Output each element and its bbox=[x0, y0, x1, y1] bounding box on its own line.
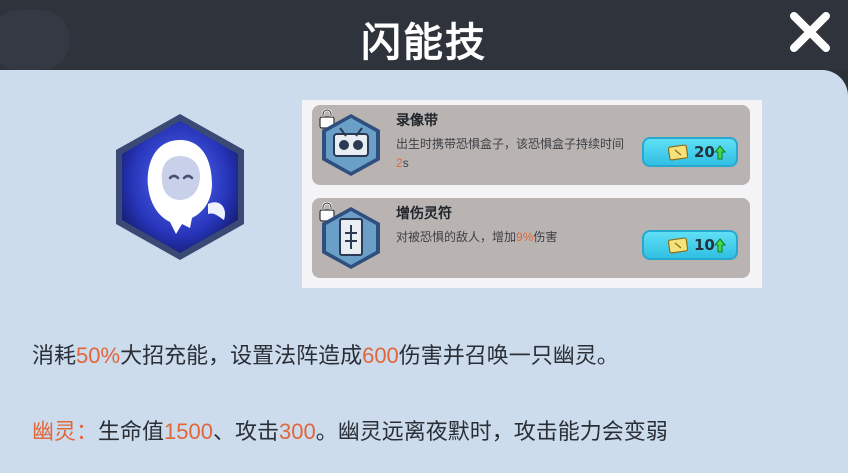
upgrade-arrow-icon bbox=[714, 238, 726, 253]
upgrade-cost: 20 bbox=[694, 143, 715, 161]
upgrade-name: 录像带 bbox=[396, 112, 438, 128]
upgrade-card-videotape[interactable]: 录像带 出生时携带恐惧盒子，该恐惧盒子持续时间2s 20 bbox=[312, 105, 750, 185]
header-bar: 闪能技 bbox=[0, 0, 848, 70]
upgrade-name: 增伤灵符 bbox=[396, 205, 452, 221]
upgrade-cost-button[interactable]: 10 bbox=[642, 230, 738, 260]
close-icon bbox=[790, 12, 830, 52]
upgrade-description: 对被恐惧的敌人，增加9%伤害 bbox=[396, 230, 558, 244]
ghost-stats-description: 幽灵：生命值1500、攻击300。幽灵远离夜默时，攻击能力会变弱 bbox=[32, 419, 668, 444]
upgrade-list: 录像带 出生时携带恐惧盒子，该恐惧盒子持续时间2s 20 增伤灵符 对被恐惧的敌… bbox=[302, 100, 762, 288]
hooded-ghost-icon bbox=[116, 114, 244, 260]
upgrade-card-talisman[interactable]: 增伤灵符 对被恐惧的敌人，增加9%伤害 10 bbox=[312, 198, 750, 278]
page-title: 闪能技 bbox=[361, 20, 487, 66]
upgrade-arrow-icon bbox=[714, 145, 726, 160]
talisman-icon bbox=[322, 207, 380, 269]
skill-description: 消耗50%大招充能，设置法阵造成600伤害并召唤一只幽灵。 bbox=[32, 343, 619, 368]
ticket-icon bbox=[668, 144, 688, 161]
skill-icon bbox=[112, 112, 248, 262]
videotape-icon bbox=[322, 114, 380, 176]
upgrade-cost-button[interactable]: 20 bbox=[642, 137, 738, 167]
close-button[interactable] bbox=[786, 8, 834, 56]
ticket-icon bbox=[668, 237, 688, 254]
upgrade-cost: 10 bbox=[694, 236, 715, 254]
upgrade-description: 出生时携带恐惧盒子，该恐惧盒子持续时间2s bbox=[396, 137, 625, 170]
